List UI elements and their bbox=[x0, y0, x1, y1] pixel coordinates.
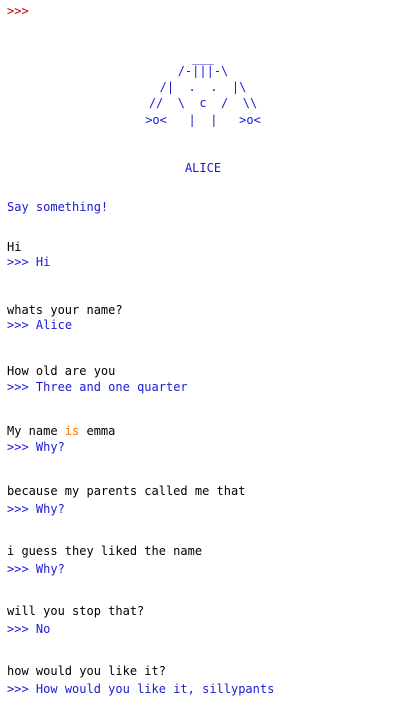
bot-response-line: >>> Alice bbox=[7, 318, 72, 333]
ascii-art-line-4: // \ c / \\ bbox=[148, 96, 258, 110]
user-text-after: emma bbox=[79, 424, 116, 438]
bot-response-text: Hi bbox=[35, 255, 51, 269]
intro-text: Say something! bbox=[7, 200, 109, 214]
user-input-line: will you stop that? bbox=[7, 604, 145, 618]
response-prompt: >>> bbox=[7, 318, 29, 332]
bot-response-line: >>> Why? bbox=[7, 502, 65, 517]
bot-response-line: >>> No bbox=[7, 622, 50, 637]
bot-response-text: No bbox=[35, 622, 51, 636]
user-input-line: How old are you bbox=[7, 364, 116, 378]
ascii-art-line-3: /| . . |\ bbox=[159, 80, 247, 94]
bot-response-line: >>> Hi bbox=[7, 255, 50, 270]
user-input-line: because my parents called me that bbox=[7, 484, 246, 498]
bot-response-text: Why? bbox=[35, 562, 65, 576]
bot-response-line: >>> How would you like it, sillypants bbox=[7, 682, 274, 697]
ascii-art-line-5: >o< | | >o< bbox=[145, 113, 261, 127]
name-banner: ALICE bbox=[184, 161, 222, 175]
response-prompt: >>> bbox=[7, 622, 29, 636]
keyword-highlight: is bbox=[64, 424, 80, 438]
response-prompt: >>> bbox=[7, 255, 29, 269]
ascii-art-line-2: /-|||-\ bbox=[177, 64, 229, 78]
response-prompt: >>> bbox=[7, 380, 29, 394]
bot-response-line: >>> Three and one quarter bbox=[7, 380, 188, 395]
response-prompt: >>> bbox=[7, 682, 29, 696]
bot-response-line: >>> Why? bbox=[7, 440, 65, 455]
bot-response-text: Three and one quarter bbox=[35, 380, 188, 394]
user-input-line: Hi bbox=[7, 240, 22, 254]
user-input-line: how would you like it? bbox=[7, 664, 166, 678]
response-prompt: >>> bbox=[7, 440, 29, 454]
python-shell-output: >>> ___ /-|||-\ /| . . |\ // \ c / \\ >o… bbox=[7, 0, 406, 710]
bot-response-text: Why? bbox=[35, 440, 65, 454]
top-prompt: >>> bbox=[7, 4, 29, 18]
bot-response-text: Why? bbox=[35, 502, 65, 516]
bot-response-text: How would you like it, sillypants bbox=[35, 682, 275, 696]
response-prompt: >>> bbox=[7, 562, 29, 576]
bot-response-line: >>> Why? bbox=[7, 562, 65, 577]
user-input-line: whats your name? bbox=[7, 303, 123, 317]
bot-response-text: Alice bbox=[35, 318, 73, 332]
user-input-line: i guess they liked the name bbox=[7, 544, 203, 558]
response-prompt: >>> bbox=[7, 502, 29, 516]
user-text-before: My name bbox=[7, 424, 65, 438]
user-input-line: My name is emma bbox=[7, 424, 115, 439]
